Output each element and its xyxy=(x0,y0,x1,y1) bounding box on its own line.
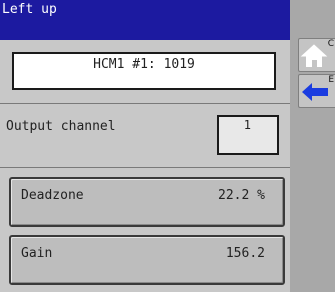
back-arrow-icon xyxy=(302,83,328,101)
output-channel-label: Output channel xyxy=(6,119,116,134)
output-channel-value: 1 xyxy=(243,118,251,132)
deadzone-value: 22.2 % xyxy=(218,188,265,203)
home-button[interactable]: C xyxy=(298,38,335,72)
gain-label: Gain xyxy=(21,246,53,261)
divider xyxy=(0,103,290,104)
divider xyxy=(0,167,290,168)
deadzone-label: Deadzone xyxy=(21,188,84,203)
gain-button[interactable]: Gain 156.2 xyxy=(9,235,285,285)
side-panel: C E xyxy=(290,0,335,292)
device-label: HCM1 #1: 1019 xyxy=(93,57,195,72)
home-icon xyxy=(300,44,328,67)
back-button-letter: E xyxy=(328,75,334,85)
home-button-letter: C xyxy=(327,39,334,49)
back-button[interactable]: E xyxy=(298,74,335,108)
output-channel-input[interactable]: 1 xyxy=(217,115,279,155)
page-title: Left up xyxy=(2,2,57,17)
deadzone-button[interactable]: Deadzone 22.2 % xyxy=(9,177,285,227)
main-panel: HCM1 #1: 1019 Output channel 1 Deadzone … xyxy=(0,40,290,292)
gain-value: 156.2 xyxy=(225,246,265,261)
title-bar: Left up xyxy=(0,0,290,40)
device-display: HCM1 #1: 1019 xyxy=(12,52,276,90)
